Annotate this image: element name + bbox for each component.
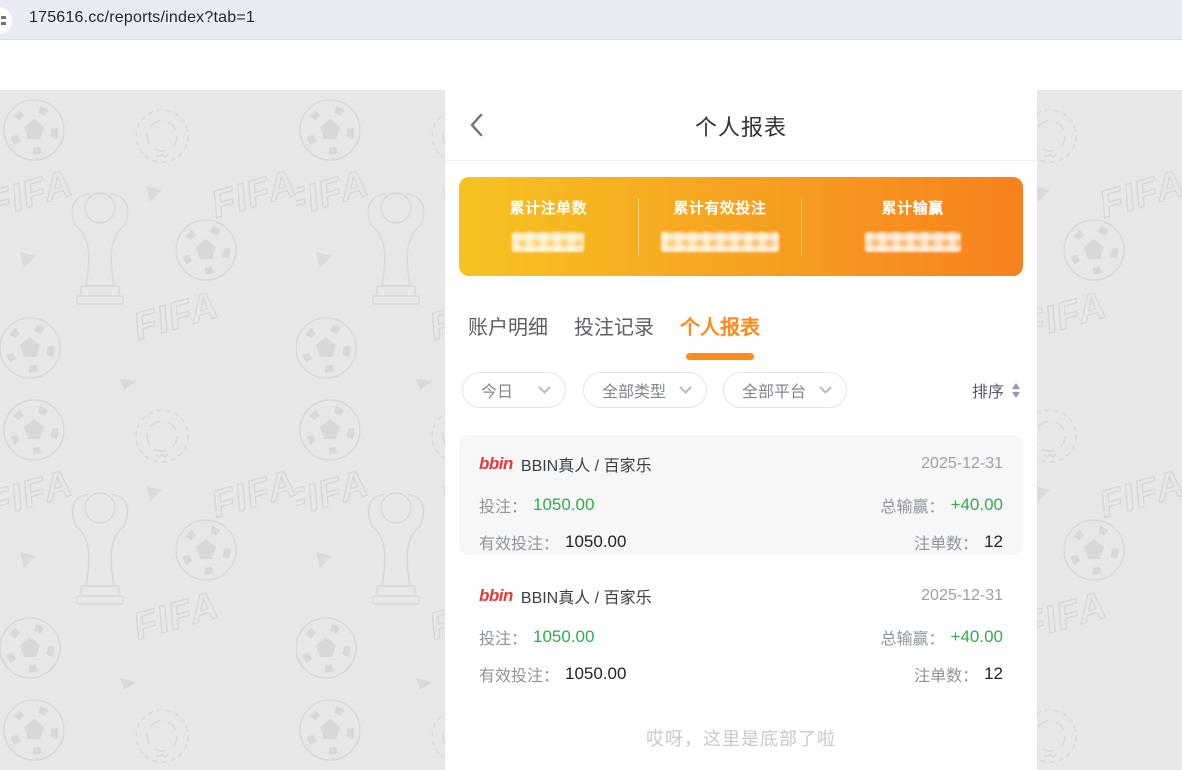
list-end-message: 哎呀，这里是底部了啦: [646, 729, 836, 749]
tab-account-details[interactable]: 账户明细: [468, 314, 548, 360]
bet-value: 1050.00: [533, 495, 595, 514]
winloss-label: 总输赢：: [880, 499, 945, 516]
redacted-value: [660, 232, 779, 252]
screenshot-viewport: 175616.cc/reports/index?tab=1 个人报表 累计注单数…: [0, 0, 1182, 770]
summary-stats-card: 累计注单数 累计有效投注 累计输赢: [459, 177, 1023, 276]
summary-col-winloss: 累计输赢: [802, 177, 1023, 276]
sort-control[interactable]: 排序: [972, 378, 1020, 402]
summary-label: 累计有效投注: [673, 200, 767, 217]
url-text[interactable]: 175616.cc/reports/index?tab=1: [29, 9, 255, 27]
chevron-down-icon: [538, 386, 551, 394]
sort-arrows-icon: [1012, 382, 1020, 398]
bet-count-label: 注单数：: [914, 668, 979, 685]
date-filter-value: 今日: [481, 384, 514, 401]
bbin-logo: bbin: [479, 454, 513, 473]
valid-bet-value: 1050.00: [565, 664, 627, 683]
bet-count-value: 12: [984, 532, 1003, 551]
tabs-bar: 账户明细 投注记录 个人报表: [468, 314, 1037, 360]
winloss-value: +40.00: [950, 495, 1003, 514]
tab-bet-records[interactable]: 投注记录: [574, 314, 654, 360]
bet-label: 投注：: [479, 631, 528, 648]
page-header: 个人报表: [445, 90, 1037, 161]
summary-col-valid-bets: 累计有效投注: [639, 177, 801, 276]
bet-count-label: 注单数：: [914, 536, 979, 553]
chevron-down-icon: [679, 386, 692, 394]
tab-underline: [686, 353, 754, 360]
mobile-page: 个人报表 累计注单数 累计有效投注 累计输赢 账户明细 投注记录 个人报表 今日…: [445, 90, 1037, 770]
summary-col-bet-count: 累计注单数: [459, 177, 638, 276]
record-date: 2025-12-31: [921, 455, 1003, 472]
platform-filter-value: 全部平台: [742, 384, 807, 401]
bet-label: 投注：: [479, 499, 528, 516]
bet-value: 1050.00: [533, 627, 595, 646]
platform-filter-dropdown[interactable]: 全部平台: [723, 372, 847, 408]
type-filter-dropdown[interactable]: 全部类型: [583, 372, 707, 408]
winloss-value: +40.00: [950, 627, 1003, 646]
type-filter-value: 全部类型: [602, 384, 667, 401]
page-title: 个人报表: [694, 115, 787, 140]
report-list: bbin BBIN真人 / 百家乐 2025-12-31 投注： 1050.00…: [445, 435, 1037, 687]
valid-bet-label: 有效投注：: [479, 668, 560, 685]
tab-label: 投注记录: [574, 317, 654, 339]
tab-label: 个人报表: [680, 317, 760, 339]
tab-label: 账户明细: [468, 317, 548, 339]
summary-label: 累计注单数: [509, 200, 588, 217]
date-filter-dropdown[interactable]: 今日: [462, 372, 566, 408]
game-name: BBIN真人 / 百家乐: [520, 590, 652, 607]
valid-bet-value: 1050.00: [565, 532, 627, 551]
report-row[interactable]: bbin BBIN真人 / 百家乐 2025-12-31 投注： 1050.00…: [459, 567, 1023, 687]
winloss-label: 总输赢：: [880, 631, 945, 648]
report-row[interactable]: bbin BBIN真人 / 百家乐 2025-12-31 投注： 1050.00…: [459, 435, 1023, 555]
chevron-down-icon: [819, 386, 832, 394]
game-name: BBIN真人 / 百家乐: [520, 458, 652, 475]
redacted-value: [864, 232, 961, 252]
tab-underline: [580, 353, 648, 360]
bet-count-value: 12: [984, 664, 1003, 683]
tab-personal-report[interactable]: 个人报表: [680, 314, 760, 360]
valid-bet-label: 有效投注：: [479, 536, 560, 553]
redacted-value: [512, 232, 585, 252]
summary-label: 累计输赢: [881, 200, 944, 217]
site-info-icon[interactable]: [0, 7, 12, 34]
bbin-logo: bbin: [479, 586, 513, 605]
tab-underline: [474, 353, 542, 360]
record-date: 2025-12-31: [921, 587, 1003, 604]
browser-url-bar[interactable]: 175616.cc/reports/index?tab=1: [0, 0, 1182, 40]
sort-label: 排序: [971, 384, 1004, 401]
filters-bar: 今日 全部类型 全部平台 排序: [462, 372, 1020, 408]
